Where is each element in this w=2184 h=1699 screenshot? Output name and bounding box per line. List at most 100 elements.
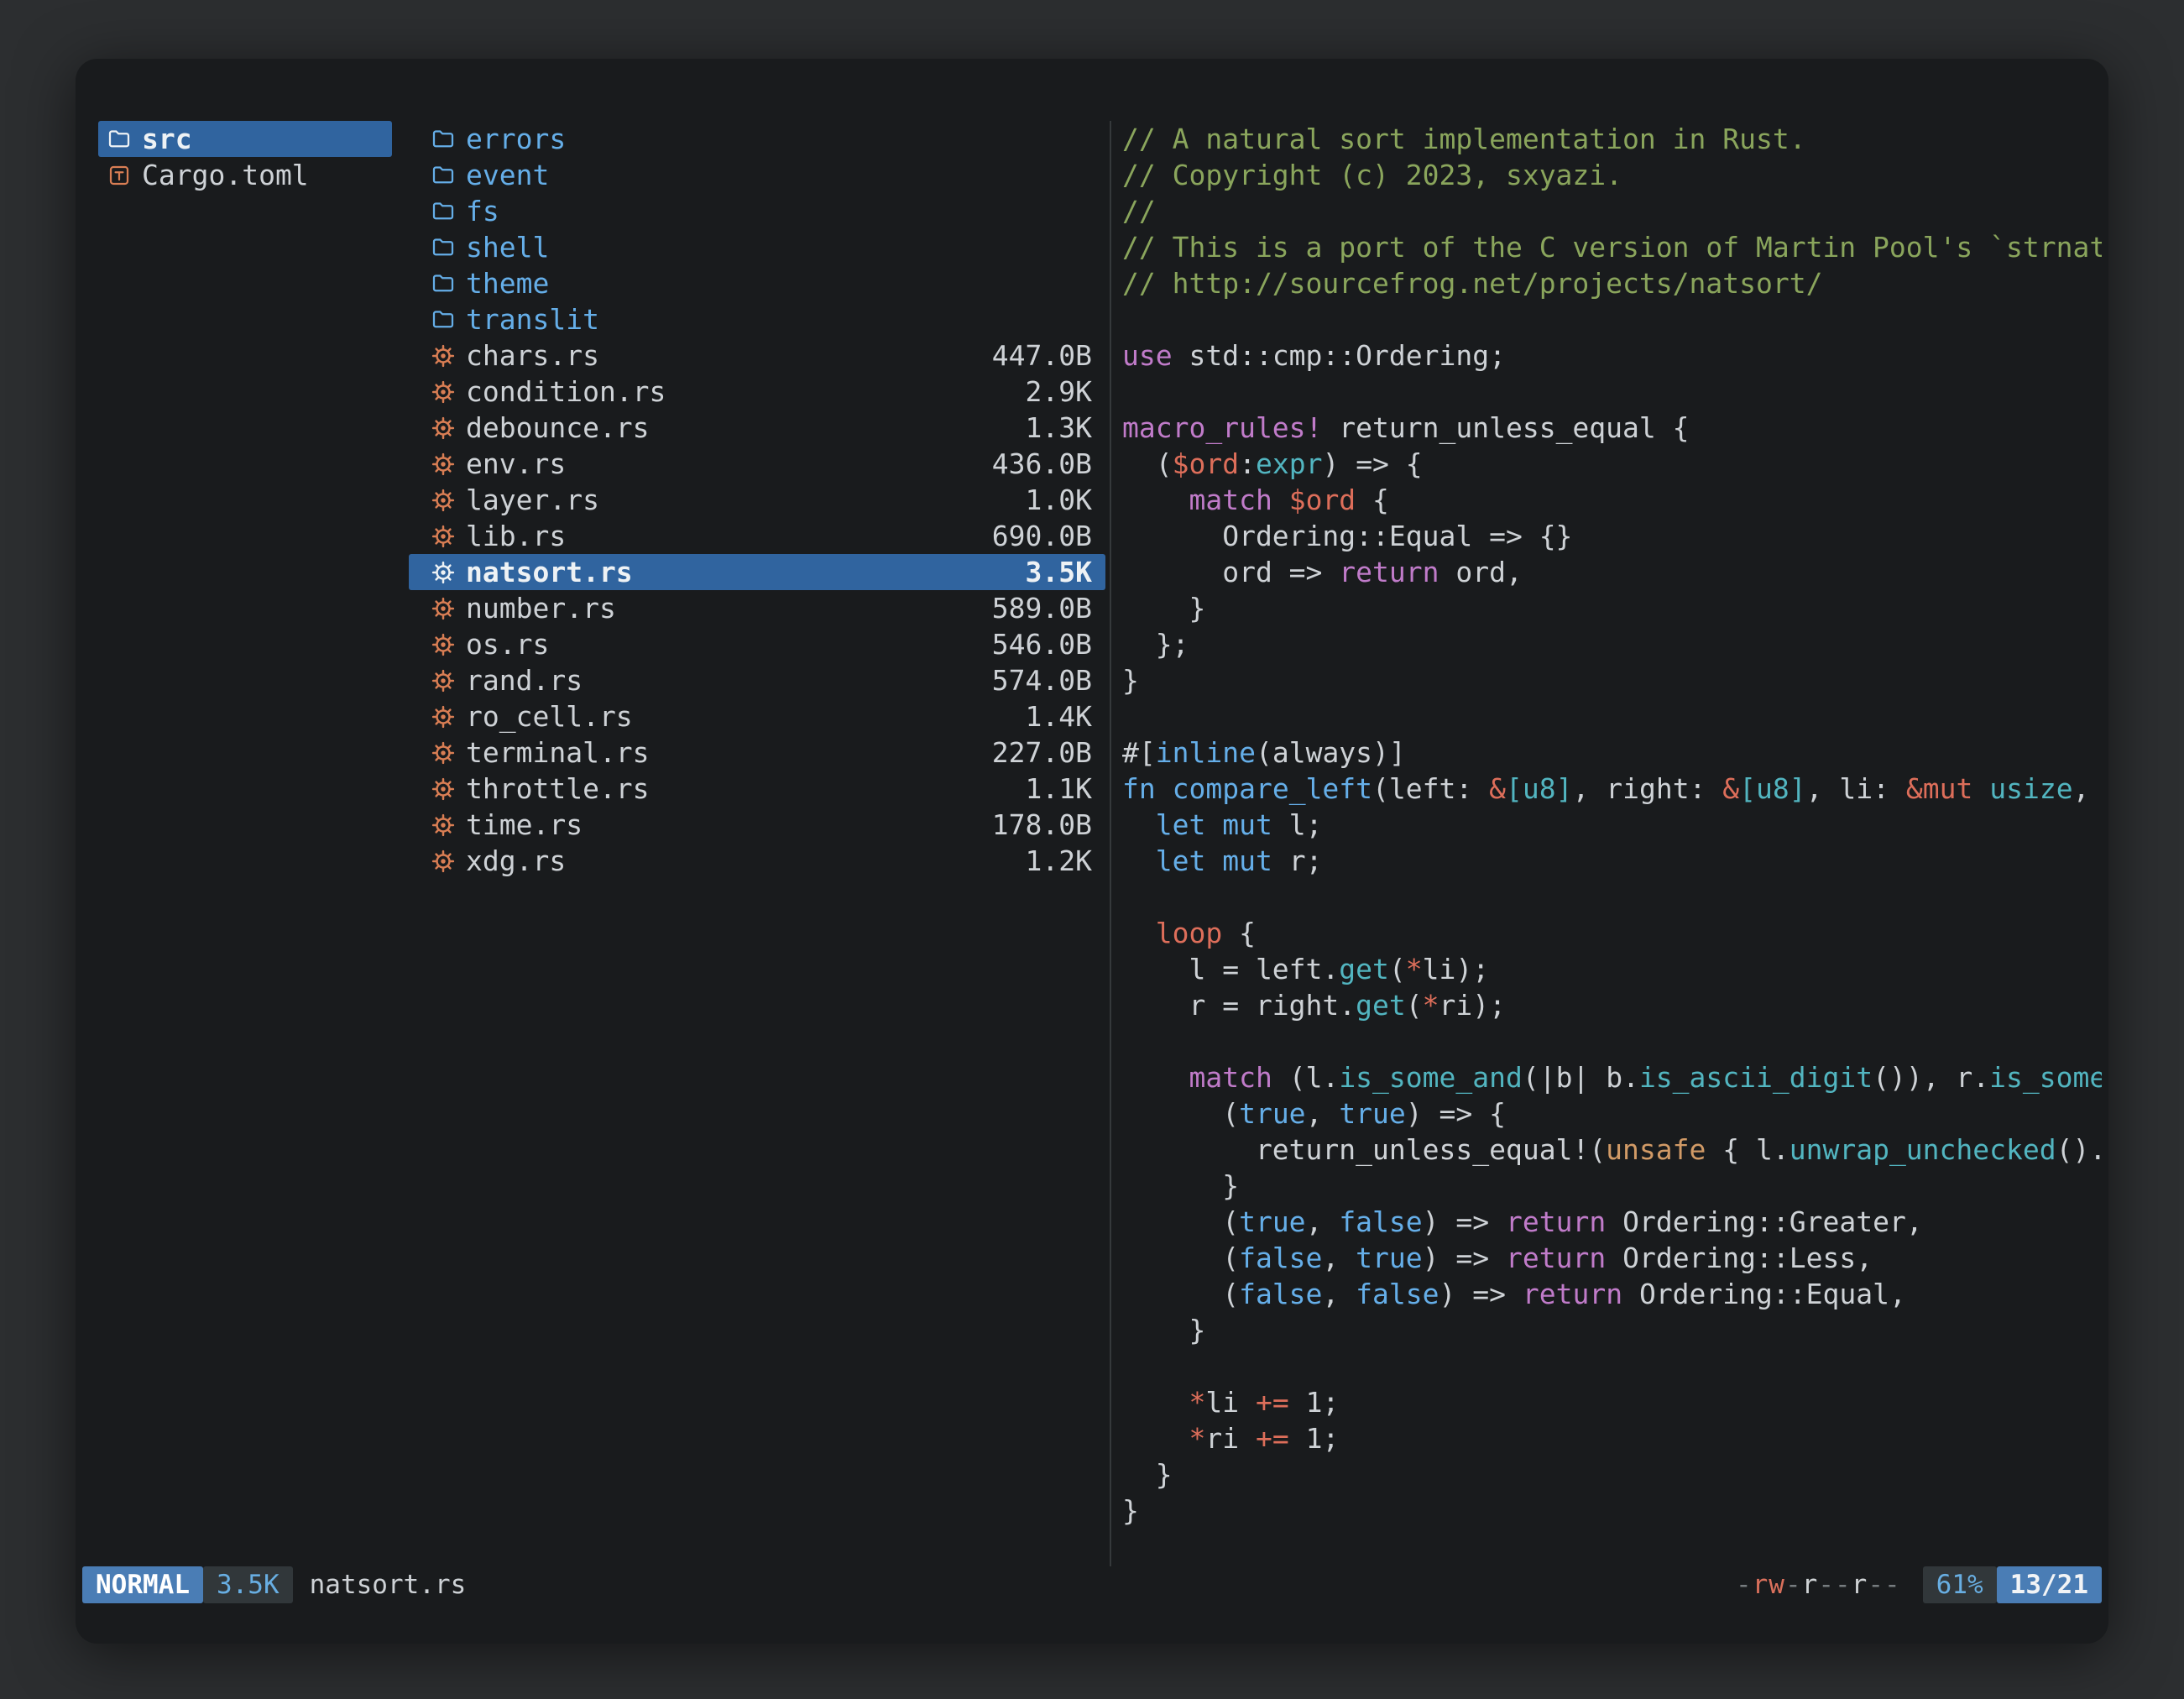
- code-line: [1122, 698, 2102, 734]
- code-line: *li += 1;: [1122, 1384, 2102, 1420]
- dir-row[interactable]: event: [409, 157, 1105, 193]
- rust-gear-icon: [431, 452, 456, 477]
- file-size: 447.0B: [992, 337, 1092, 374]
- dir-row[interactable]: src: [98, 121, 392, 157]
- folder-icon: [431, 235, 456, 260]
- code-line: #[inline(always)]: [1122, 734, 2102, 771]
- code-line: }: [1122, 1493, 2102, 1529]
- code-line: [1122, 374, 2102, 410]
- rust-gear-icon: [431, 343, 456, 369]
- file-row[interactable]: env.rs436.0B: [409, 446, 1105, 482]
- file-name: theme: [466, 265, 549, 301]
- code-line: use std::cmp::Ordering;: [1122, 337, 2102, 374]
- rust-gear-icon: [431, 560, 456, 585]
- dir-row[interactable]: theme: [409, 265, 1105, 301]
- rust-gear-icon: [431, 740, 456, 766]
- rust-gear-icon: [431, 849, 456, 874]
- code-line: (false, true) => return Ordering::Less,: [1122, 1240, 2102, 1276]
- file-name: natsort.rs: [466, 554, 633, 590]
- folder-icon: [431, 271, 456, 296]
- file-name: layer.rs: [466, 482, 599, 518]
- file-row[interactable]: number.rs589.0B: [409, 590, 1105, 626]
- rust-gear-icon: [431, 524, 456, 549]
- file-size: 589.0B: [992, 590, 1092, 626]
- dir-row[interactable]: errors: [409, 121, 1105, 157]
- file-name: time.rs: [466, 807, 583, 843]
- file-size: 3.5K: [1026, 554, 1092, 590]
- code-line: //: [1122, 193, 2102, 229]
- file-row[interactable]: lib.rs 690.0B: [409, 518, 1105, 554]
- code-line: let mut l;: [1122, 807, 2102, 843]
- code-line: [1122, 1348, 2102, 1384]
- code-line: }: [1122, 590, 2102, 626]
- file-name: lib.rs: [466, 518, 566, 554]
- code-line: l = left.get(*li);: [1122, 951, 2102, 987]
- code-line: }: [1122, 1456, 2102, 1493]
- file-name: throttle.rs: [466, 771, 650, 807]
- file-size: 2.9K: [1026, 374, 1092, 410]
- file-name: rand.rs: [466, 662, 583, 698]
- file-name: event: [466, 157, 549, 193]
- file-size: 574.0B: [992, 662, 1092, 698]
- file-name: errors: [466, 121, 566, 157]
- file-row[interactable]: layer.rs 1.0K: [409, 482, 1105, 518]
- file-name: Cargo.toml: [142, 157, 309, 193]
- file-name: ro_cell.rs: [466, 698, 633, 734]
- file-row[interactable]: throttle.rs1.1K: [409, 771, 1105, 807]
- file-name: xdg.rs: [466, 843, 566, 879]
- code-line: Ordering::Equal => {}: [1122, 518, 2102, 554]
- rust-gear-icon: [431, 596, 456, 621]
- file-size: 227.0B: [992, 734, 1092, 771]
- code-line: (true, true) => {: [1122, 1095, 2102, 1132]
- code-line: return_unless_equal!(unsafe { l.unwrap_u…: [1122, 1132, 2102, 1168]
- file-row[interactable]: os.rs546.0B: [409, 626, 1105, 662]
- pane-divider: [1110, 121, 1111, 1566]
- code-line: let mut r;: [1122, 843, 2102, 879]
- folder-icon: [431, 307, 456, 332]
- file-size: 690.0B: [992, 518, 1092, 554]
- code-line: // http://sourcefrog.net/projects/natsor…: [1122, 265, 2102, 301]
- code-line: }: [1122, 1168, 2102, 1204]
- dir-row[interactable]: fs: [409, 193, 1105, 229]
- file-row[interactable]: time.rs178.0B: [409, 807, 1105, 843]
- code-line: ($ord:expr) => {: [1122, 446, 2102, 482]
- code-line: [1122, 1023, 2102, 1059]
- current-pane: errorseventfsshellthemetranslitchars.rs 4…: [409, 121, 1105, 879]
- status-bar: NORMAL 3.5K natsort.rs -rw-r--r-- 61% 13…: [82, 1566, 2102, 1603]
- file-row[interactable]: condition.rs2.9K: [409, 374, 1105, 410]
- folder-icon: [431, 127, 456, 152]
- file-row[interactable]: terminal.rs 227.0B: [409, 734, 1105, 771]
- code-line: };: [1122, 626, 2102, 662]
- file-name: translit: [466, 301, 599, 337]
- dir-row[interactable]: shell: [409, 229, 1105, 265]
- file-row[interactable]: chars.rs 447.0B: [409, 337, 1105, 374]
- code-line: match $ord {: [1122, 482, 2102, 518]
- rust-gear-icon: [431, 416, 456, 441]
- file-row[interactable]: ro_cell.rs1.4K: [409, 698, 1105, 734]
- code-line: [1122, 301, 2102, 337]
- file-name: chars.rs: [466, 337, 599, 374]
- file-size: 1.3K: [1026, 410, 1092, 446]
- rust-gear-icon: [431, 813, 456, 838]
- file-name: shell: [466, 229, 549, 265]
- file-name: terminal.rs: [466, 734, 650, 771]
- file-size: 1.0K: [1026, 482, 1092, 518]
- file-name: os.rs: [466, 626, 549, 662]
- file-row[interactable]: rand.rs 574.0B: [409, 662, 1105, 698]
- rust-gear-icon: [431, 379, 456, 405]
- cursor-position: 13/21: [1997, 1566, 2102, 1603]
- file-row[interactable]: Cargo.toml: [98, 157, 392, 193]
- dir-row[interactable]: translit: [409, 301, 1105, 337]
- code-line: macro_rules! return_unless_equal {: [1122, 410, 2102, 446]
- file-name: env.rs: [466, 446, 566, 482]
- status-filename: natsort.rs: [310, 1570, 467, 1600]
- code-line: loop {: [1122, 915, 2102, 951]
- file-row[interactable]: debounce.rs1.3K: [409, 410, 1105, 446]
- code-line: fn compare_left(left: &[u8], right: &[u8…: [1122, 771, 2102, 807]
- mode-indicator: NORMAL: [82, 1566, 203, 1603]
- file-row[interactable]: xdg.rs1.2K: [409, 843, 1105, 879]
- code-line: // This is a port of the C version of Ma…: [1122, 229, 2102, 265]
- code-line: match (l.is_some_and(|b| b.is_ascii_digi…: [1122, 1059, 2102, 1095]
- file-size-badge: 3.5K: [203, 1566, 293, 1603]
- file-row[interactable]: natsort.rs 3.5K: [409, 554, 1105, 590]
